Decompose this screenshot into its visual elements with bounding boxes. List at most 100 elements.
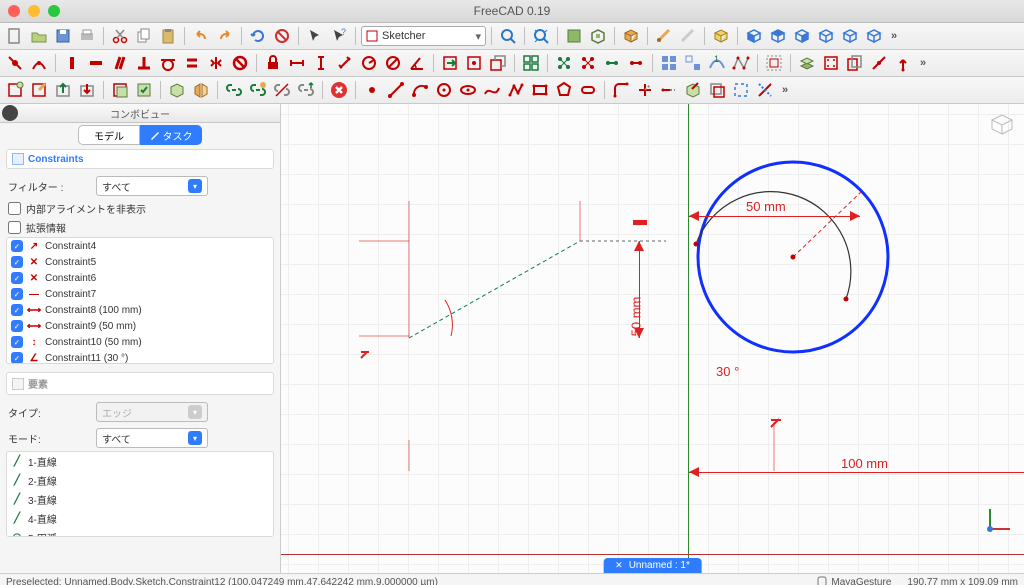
filter-select[interactable]: すべて▾ — [96, 176, 208, 196]
close-doc-icon[interactable]: ✕ — [615, 560, 623, 571]
view-left-icon[interactable] — [863, 25, 885, 47]
constraint-item[interactable]: ✓—Constraint7 — [7, 286, 273, 302]
check-icon[interactable]: ✓ — [11, 272, 23, 284]
select-redundant-icon[interactable] — [577, 52, 599, 74]
map-sketch-icon[interactable] — [487, 52, 509, 74]
link-replace-icon[interactable] — [247, 79, 269, 101]
check-icon[interactable]: ✓ — [11, 288, 23, 300]
tab-task[interactable]: タスク — [140, 125, 202, 145]
sk-point-icon[interactable] — [361, 79, 383, 101]
copy-sketch-icon[interactable] — [844, 52, 866, 74]
sk-line-icon[interactable] — [385, 79, 407, 101]
vertical-icon[interactable] — [61, 52, 83, 74]
collapse-icon[interactable] — [12, 153, 24, 165]
sk-fillet-icon[interactable] — [610, 79, 632, 101]
sk-extend-icon[interactable] — [658, 79, 680, 101]
constraint-item[interactable]: ✓⟷Constraint8 (100 mm) — [7, 302, 273, 318]
constraint-item[interactable]: ✓✕Constraint5 — [7, 254, 273, 270]
stop-icon[interactable] — [328, 79, 350, 101]
constraint-item[interactable]: ✓↕Constraint10 (50 mm) — [7, 334, 273, 350]
constraint-item[interactable]: ✓✕Constraint6 — [7, 270, 273, 286]
sk-external-icon[interactable] — [682, 79, 704, 101]
horizontal-icon[interactable] — [85, 52, 107, 74]
more-icon[interactable]: » — [887, 30, 901, 42]
check-icon[interactable]: ✓ — [11, 240, 23, 252]
select-origin-icon[interactable] — [520, 52, 542, 74]
parallel-icon[interactable] — [109, 52, 131, 74]
select-conflict-icon[interactable] — [553, 52, 575, 74]
help-icon[interactable]: ? — [328, 25, 350, 47]
sketch-canvas[interactable]: 50 mm 50 mm 100 mm 30 ° R20 mm ✕Unnamed … — [281, 104, 1024, 573]
element-item[interactable]: ╱4-直線 — [7, 509, 273, 528]
virtual-space-icon[interactable] — [763, 52, 785, 74]
bbox-icon[interactable] — [587, 25, 609, 47]
measure-clear-icon[interactable] — [677, 25, 699, 47]
sk-slot-icon[interactable] — [577, 79, 599, 101]
dist-v-icon[interactable] — [310, 52, 332, 74]
dim-50h[interactable]: 50 mm — [746, 199, 786, 214]
collapse-icon[interactable] — [12, 378, 24, 390]
check-icon[interactable]: ✓ — [11, 336, 23, 348]
zoom-icon[interactable] — [48, 5, 60, 17]
link-icon[interactable] — [223, 79, 245, 101]
bspline-degree-icon[interactable]: 1 — [706, 52, 728, 74]
equal-icon[interactable] — [181, 52, 203, 74]
merge-icon[interactable] — [166, 79, 188, 101]
dim-50v[interactable]: 50 mm — [628, 297, 643, 337]
zoom-fit-icon[interactable] — [497, 25, 519, 47]
view-top-icon[interactable] — [767, 25, 789, 47]
constraint-item[interactable]: ✓⟷Constraint9 (50 mm) — [7, 318, 273, 334]
axis-icon[interactable] — [892, 52, 914, 74]
view-right-icon[interactable] — [791, 25, 813, 47]
paste-icon[interactable] — [157, 25, 179, 47]
clone-icon[interactable] — [820, 52, 842, 74]
bspline-poly-icon[interactable] — [730, 52, 752, 74]
reorient-icon[interactable] — [109, 79, 131, 101]
link-import-icon[interactable] — [295, 79, 317, 101]
angle-icon[interactable] — [406, 52, 428, 74]
dim-100[interactable]: 100 mm — [841, 456, 888, 471]
sk-bspline-icon[interactable] — [481, 79, 503, 101]
cut-icon[interactable] — [109, 25, 131, 47]
constraint-list[interactable]: ✓↗Constraint4✓✕Constraint5✓✕Constraint6✓… — [6, 237, 274, 364]
tangent-icon[interactable] — [157, 52, 179, 74]
carbon-copy-icon[interactable] — [796, 52, 818, 74]
view-sketch-icon[interactable] — [463, 52, 485, 74]
sk-polyline-icon[interactable] — [505, 79, 527, 101]
element-item[interactable]: ╱3-直線 — [7, 490, 273, 509]
new-sketch-icon[interactable] — [4, 79, 26, 101]
print-icon[interactable] — [76, 25, 98, 47]
copy-icon[interactable] — [133, 25, 155, 47]
check-icon[interactable]: ✓ — [11, 352, 23, 364]
hide-internal-icon[interactable] — [682, 52, 704, 74]
mirror-icon[interactable] — [190, 79, 212, 101]
document-tab[interactable]: ✕Unnamed : 1* — [603, 558, 702, 573]
save-icon[interactable] — [52, 25, 74, 47]
element-list[interactable]: ╱1-直線╱2-直線╱3-直線╱4-直線◠5-円弧 — [6, 451, 274, 537]
minimize-icon[interactable] — [28, 5, 40, 17]
dist-h-icon[interactable] — [286, 52, 308, 74]
sk-construction-icon[interactable] — [730, 79, 752, 101]
leave-sketch-icon[interactable] — [439, 52, 461, 74]
sk-rect-icon[interactable] — [529, 79, 551, 101]
sk-arc-icon[interactable] — [409, 79, 431, 101]
validate-icon[interactable] — [133, 79, 155, 101]
cancel-icon[interactable] — [271, 25, 293, 47]
nav-style[interactable]: MayaGesture — [817, 576, 891, 585]
part-icon[interactable] — [710, 25, 732, 47]
zoom-all-icon[interactable] — [530, 25, 552, 47]
check-icon[interactable]: ✓ — [11, 320, 23, 332]
point-on-icon[interactable] — [28, 52, 50, 74]
gear-icon[interactable] — [2, 105, 18, 121]
draw-style-icon[interactable] — [563, 25, 585, 47]
element-item[interactable]: ╱1-直線 — [7, 452, 273, 471]
mode-select[interactable]: すべて▾ — [96, 428, 208, 448]
redo-icon[interactable] — [214, 25, 236, 47]
sk-poly-icon[interactable] — [553, 79, 575, 101]
radius-icon[interactable] — [358, 52, 380, 74]
view-rear-icon[interactable] — [815, 25, 837, 47]
undo-icon[interactable] — [190, 25, 212, 47]
sk-carbon-icon[interactable] — [706, 79, 728, 101]
coincident-icon[interactable] — [4, 52, 26, 74]
open-file-icon[interactable] — [28, 25, 50, 47]
